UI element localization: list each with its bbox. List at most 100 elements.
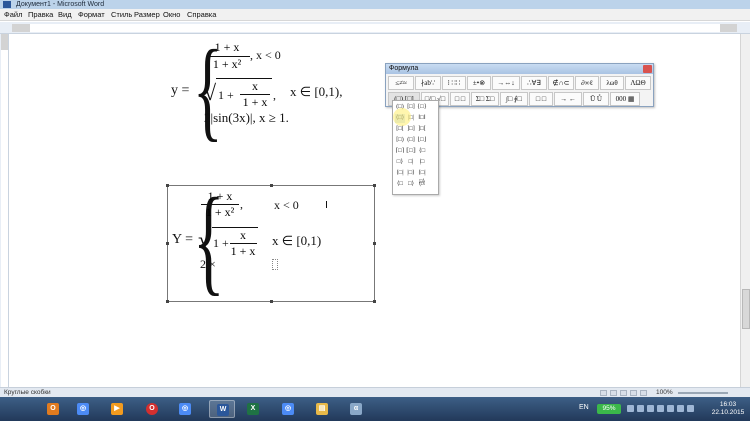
subscript-templates-button[interactable]: □ □ bbox=[450, 92, 470, 106]
menu-format[interactable]: Формат bbox=[78, 9, 105, 21]
resize-handle-bottom[interactable] bbox=[270, 300, 273, 303]
clock[interactable]: 16:03 22.10.2015 bbox=[709, 401, 747, 417]
template-norm[interactable]: ‖□‖ bbox=[417, 114, 427, 123]
template-braces[interactable]: {□} bbox=[417, 103, 427, 112]
arrows-palette-button[interactable]: →⇔↓ bbox=[492, 76, 520, 90]
taskbar-word[interactable]: W bbox=[209, 400, 235, 418]
volume-icon[interactable] bbox=[687, 405, 694, 412]
status-bar: Круглые скобки 100% bbox=[0, 387, 750, 397]
template-interval-2[interactable]: (□] bbox=[406, 136, 416, 145]
template-half-open-2[interactable]: ]□] bbox=[406, 125, 416, 134]
template-right-angle[interactable]: □⟩ bbox=[406, 180, 416, 189]
close-icon[interactable] bbox=[643, 65, 652, 73]
menu-file[interactable]: Файл bbox=[4, 9, 22, 21]
resize-handle-right[interactable] bbox=[373, 242, 376, 245]
web-layout-view-icon[interactable] bbox=[620, 390, 627, 396]
formula2-case2-condition: x ∈ [0,1) bbox=[272, 233, 322, 248]
menu-edit[interactable]: Правка bbox=[28, 9, 53, 21]
template-interval-1[interactable]: [□) bbox=[395, 136, 405, 145]
formula2-lhs: Y = bbox=[172, 232, 193, 247]
outline-view-icon[interactable] bbox=[630, 390, 637, 396]
template-left-brace[interactable]: {□ bbox=[417, 147, 427, 156]
zoom-slider[interactable] bbox=[678, 392, 728, 394]
formula1-case2-condition: x ∈ [0,1), bbox=[290, 84, 343, 99]
vertical-scrollbar[interactable] bbox=[740, 34, 750, 387]
template-half-open-3[interactable]: ]□[ bbox=[417, 125, 427, 134]
taskbar-chrome-3[interactable]: ◎ bbox=[275, 400, 301, 418]
template-left-angle[interactable]: ⟨□ bbox=[395, 180, 405, 189]
media-player-icon: ▶ bbox=[111, 403, 123, 415]
arrow-templates-button[interactable]: → ← bbox=[554, 92, 582, 106]
menu-size[interactable]: Размер bbox=[134, 9, 160, 21]
products-templates-button[interactable]: Ū Ů bbox=[583, 92, 609, 106]
resize-handle-left[interactable] bbox=[166, 242, 169, 245]
formula2-case2-frac-numerator: x bbox=[240, 228, 246, 242]
cursor-highlight bbox=[393, 108, 411, 126]
tray-icon[interactable] bbox=[657, 405, 664, 412]
menu-help[interactable]: Справка bbox=[187, 9, 216, 21]
taskbar-mathcad[interactable]: α bbox=[343, 400, 369, 418]
windows-taskbar: O ◎ ▶ O ◎ W X ◎ ▤ α EN 95% 16:03 22.10.2… bbox=[0, 397, 750, 421]
greek-lower-palette-button[interactable]: λωθ bbox=[600, 76, 624, 90]
system-tray: EN 95% 16:03 22.10.2015 bbox=[575, 397, 750, 421]
summation-templates-button[interactable]: Σ□ Σ□ bbox=[471, 92, 499, 106]
menu-style[interactable]: Стиль bbox=[111, 9, 132, 21]
matrix-templates-button[interactable]: 000 ▦ bbox=[610, 92, 640, 106]
resize-handle-top-right[interactable] bbox=[373, 184, 376, 187]
misc-symbols-palette-button[interactable]: ∂∞ℓ bbox=[575, 76, 599, 90]
opera-icon: O bbox=[146, 403, 158, 415]
battery-indicator[interactable]: 95% bbox=[597, 404, 621, 414]
template-floor[interactable]: ⌊□⌋ bbox=[417, 136, 427, 145]
spaces-palette-button[interactable]: ∤ab∵ bbox=[415, 76, 441, 90]
template-left-bar[interactable]: |□ bbox=[417, 158, 427, 167]
template-bra[interactable]: ⟨□| bbox=[395, 169, 405, 178]
taskbar-opera[interactable]: O bbox=[139, 400, 165, 418]
excel-icon: X bbox=[247, 403, 259, 415]
menu-window[interactable]: Окно bbox=[163, 9, 180, 21]
greek-upper-palette-button[interactable]: ΛΩΘ bbox=[625, 76, 651, 90]
equation-toolbar-titlebar[interactable]: Формула bbox=[386, 64, 653, 74]
bar-templates-button[interactable]: □ □ bbox=[529, 92, 553, 106]
resize-handle-bottom-right[interactable] bbox=[373, 300, 376, 303]
template-braket[interactable]: ⟨□|□⟩ bbox=[417, 169, 427, 185]
sets-palette-button[interactable]: ∉∩⊂ bbox=[548, 76, 574, 90]
relations-palette-button[interactable]: ≤≠≈ bbox=[388, 76, 414, 90]
embellishments-palette-button[interactable]: ⁞ ∷∷ bbox=[442, 76, 466, 90]
template-half-open-1[interactable]: [□[ bbox=[395, 125, 405, 134]
tray-icon[interactable] bbox=[667, 405, 674, 412]
template-double-bracket[interactable]: ⟦□⟧ bbox=[406, 147, 416, 156]
template-left-paren[interactable]: (□ bbox=[417, 180, 427, 189]
template-ket[interactable]: |□⟩ bbox=[406, 169, 416, 178]
logic-palette-button[interactable]: ∴∀∃ bbox=[521, 76, 547, 90]
draft-view-icon[interactable] bbox=[640, 390, 647, 396]
scrollbar-thumb[interactable] bbox=[742, 289, 750, 329]
operators-palette-button[interactable]: ±•⊗ bbox=[467, 76, 491, 90]
tray-icon[interactable] bbox=[637, 405, 644, 412]
taskbar-chrome-2[interactable]: ◎ bbox=[172, 400, 198, 418]
formula2-case1-comma: , bbox=[240, 197, 243, 211]
template-ceiling[interactable]: ⌈□⌉ bbox=[395, 147, 405, 156]
vertical-ruler[interactable] bbox=[0, 34, 9, 387]
resize-handle-top-left[interactable] bbox=[166, 184, 169, 187]
horizontal-ruler[interactable] bbox=[0, 22, 750, 34]
empty-slot-placeholder[interactable] bbox=[272, 259, 278, 270]
taskbar-chrome[interactable]: ◎ bbox=[70, 400, 96, 418]
taskbar-outlook[interactable]: O bbox=[40, 400, 66, 418]
resize-handle-top[interactable] bbox=[270, 184, 273, 187]
print-layout-view-icon[interactable] bbox=[600, 390, 607, 396]
mathcad-icon: α bbox=[350, 403, 362, 415]
formula1-case2-frac-numerator: x bbox=[252, 79, 258, 93]
full-screen-view-icon[interactable] bbox=[610, 390, 617, 396]
taskbar-file-explorer[interactable]: ▤ bbox=[309, 400, 335, 418]
template-right-brace[interactable]: □} bbox=[395, 158, 405, 167]
language-indicator[interactable]: EN bbox=[579, 404, 589, 411]
resize-handle-bottom-left[interactable] bbox=[166, 300, 169, 303]
taskbar-media-player[interactable]: ▶ bbox=[104, 400, 130, 418]
network-icon[interactable] bbox=[677, 405, 684, 412]
integral-templates-button[interactable]: ∫□ ∮□ bbox=[500, 92, 528, 106]
tray-icon[interactable] bbox=[627, 405, 634, 412]
menu-view[interactable]: Вид bbox=[58, 9, 72, 21]
template-right-bar[interactable]: □| bbox=[406, 158, 416, 167]
tray-icon[interactable] bbox=[647, 405, 654, 412]
taskbar-excel[interactable]: X bbox=[240, 400, 266, 418]
